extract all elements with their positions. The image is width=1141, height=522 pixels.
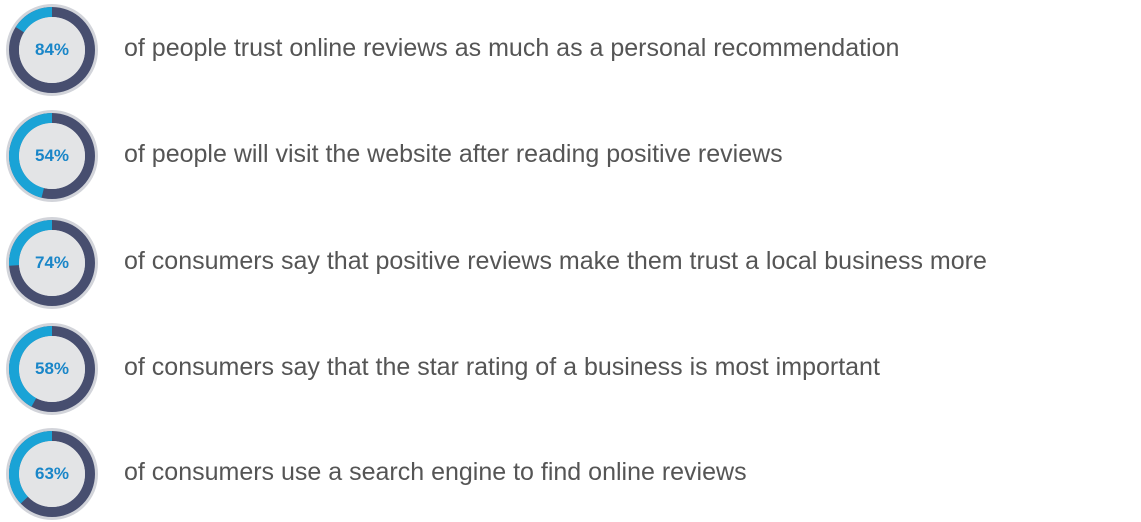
stat-row: 63% of consumers use a search engine to … [0,424,1141,520]
stat-row: 58% of consumers say that the star ratin… [0,319,1141,415]
stat-description: of people will visit the website after r… [124,140,783,168]
donut-chart: 54% [4,108,100,204]
stat-description: of consumers say that positive reviews m… [124,247,987,275]
donut-chart: 84% [4,2,100,98]
percent-label: 58% [34,359,70,378]
stat-description: of consumers use a search engine to find… [124,458,747,486]
stat-description: of consumers say that the star rating of… [124,353,880,381]
percent-label: 54% [34,146,70,165]
percent-label: 84% [34,40,70,59]
stats-list: 84% of people trust online reviews as mu… [0,0,1141,520]
donut-chart: 58% [4,321,100,417]
stat-row: 84% of people trust online reviews as mu… [0,0,1141,96]
stat-description: of people trust online reviews as much a… [124,34,900,62]
percent-label: 74% [34,253,70,272]
stat-row: 54% of people will visit the website aft… [0,106,1141,202]
stat-row: 74% of consumers say that positive revie… [0,213,1141,309]
donut-chart: 74% [4,215,100,311]
